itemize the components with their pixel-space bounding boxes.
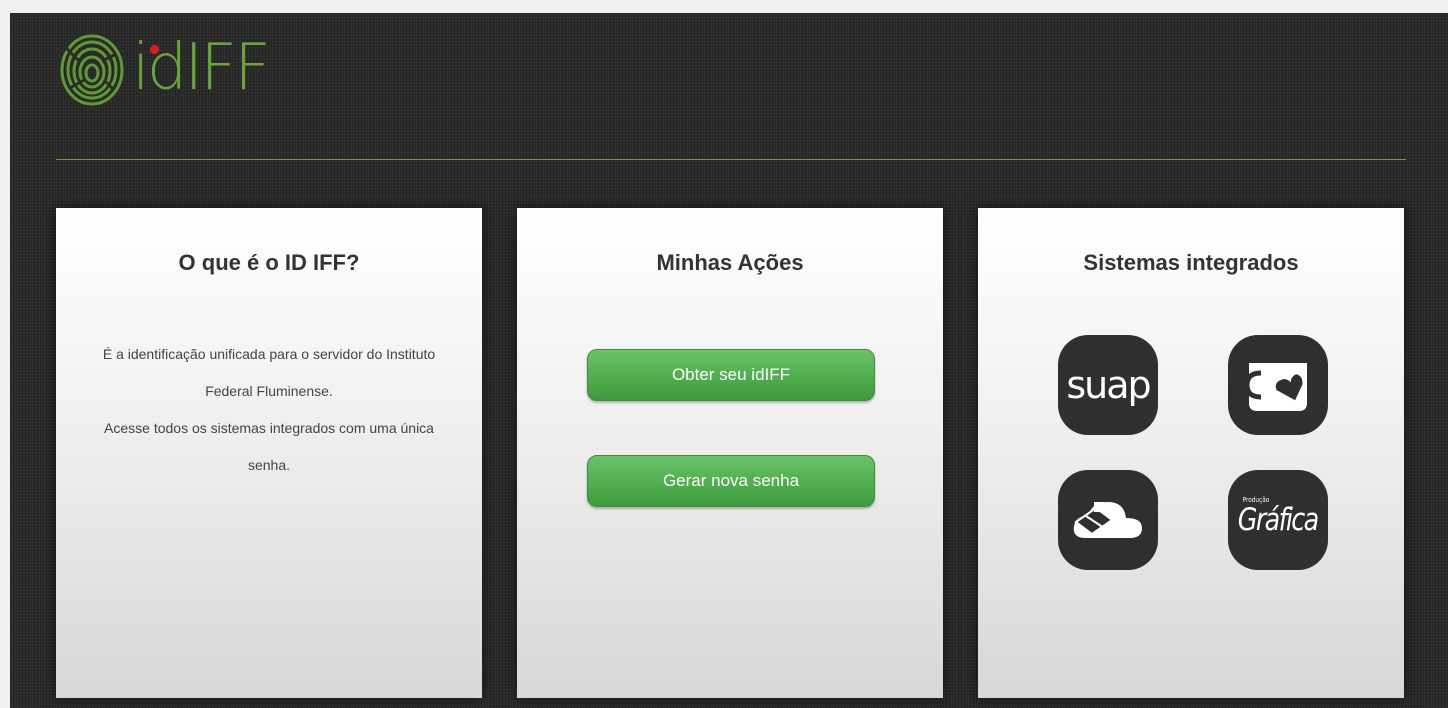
grafica-logo-text: Gráfica <box>1238 502 1319 538</box>
systems-card: Sistemas integrados suap Produção Gráfic… <box>978 208 1404 698</box>
grafica-system-link[interactable]: Produção Gráfica <box>1228 470 1328 570</box>
cloud-box-icon <box>1073 502 1142 538</box>
suap-system-link[interactable]: suap <box>1058 335 1158 435</box>
grafica-logo: Produção Gráfica <box>1238 496 1319 538</box>
actions-card: Minhas Ações Obter seu idIFF Gerar nova … <box>517 208 943 698</box>
fingerprint-icon <box>60 34 124 106</box>
systems-card-title: Sistemas integrados <box>1083 250 1299 275</box>
mug-heart-icon <box>1244 363 1307 411</box>
cloud-box-system-icon[interactable] <box>1058 470 1158 570</box>
about-paragraph-1: É a identificação unificada para o servi… <box>102 346 436 399</box>
mug-system-icon[interactable] <box>1228 335 1328 435</box>
about-card-title: O que é o ID IFF? <box>178 250 360 275</box>
idiff-logo[interactable]: idIFF <box>58 23 298 113</box>
actions-card-title: Minhas Ações <box>656 250 804 275</box>
suap-logo-text: suap <box>1066 363 1151 407</box>
get-idiff-button[interactable]: Obter seu idIFF <box>587 349 875 401</box>
about-card: O que é o ID IFF? É a identificação unif… <box>56 208 482 698</box>
about-paragraph-2: Acesse todos os sistemas integrados com … <box>104 420 434 473</box>
generate-password-button[interactable]: Gerar nova senha <box>587 455 875 507</box>
page-background: idIFF O que é o ID IFF? É a identificaçã… <box>10 13 1448 708</box>
grafica-sub-label: Produção <box>1243 496 1270 504</box>
header-divider <box>56 159 1406 160</box>
about-description: É a identificação unificada para o servi… <box>76 336 462 484</box>
logo-red-dot <box>150 45 159 54</box>
